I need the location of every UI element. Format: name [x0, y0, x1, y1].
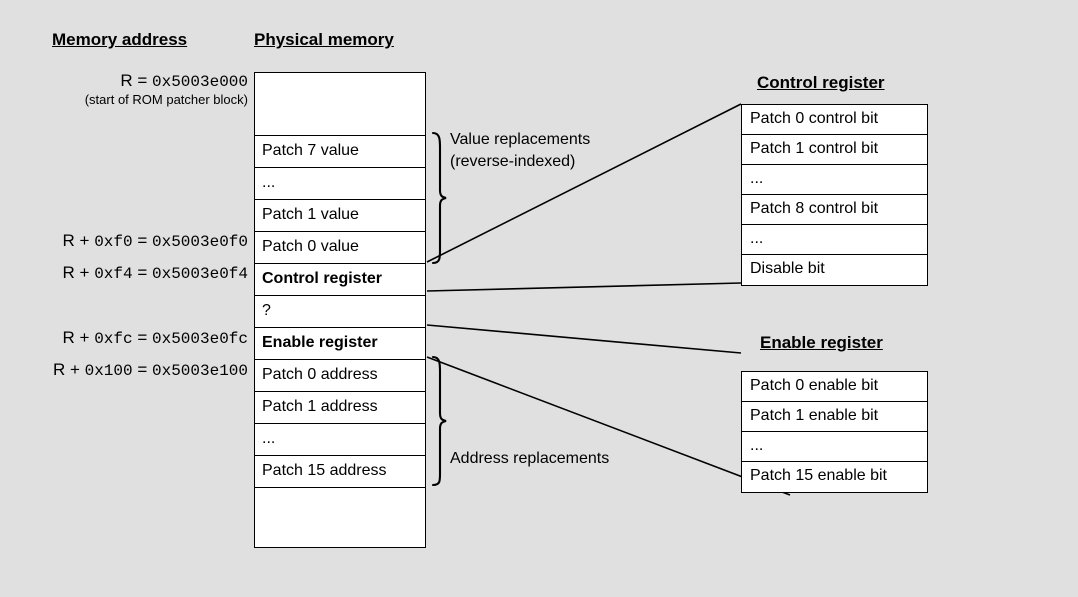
address-100-offset: 0x100: [84, 362, 133, 380]
address-label-base: R = 0x5003e000 (start of ROM patcher blo…: [0, 72, 248, 107]
enable-register-title: Enable register: [760, 333, 883, 352]
address-100-prefix: R +: [52, 360, 85, 379]
annotation-value-replacements-line2: (reverse-indexed): [450, 152, 576, 170]
connector-control-row-to-control-box: [426, 282, 742, 292]
memory-row-unknown: ?: [255, 296, 425, 328]
enable-register-row-patch1: Patch 1 enable bit: [742, 402, 927, 432]
address-fc-value: 0x5003e0fc: [151, 330, 248, 348]
address-label-fc: R + 0xfc = 0x5003e0fc: [0, 329, 248, 348]
control-register-row-disable-bit: Disable bit: [750, 260, 825, 277]
address-f0-offset: 0xf0: [94, 233, 133, 251]
enable-register-row-ellipsis: ...: [742, 432, 927, 462]
memory-row-patch15-address: Patch 15 address: [255, 456, 425, 488]
memory-row-blank-top: [255, 73, 425, 136]
address-label-f4: R + 0xf4 = 0x5003e0f4: [0, 264, 248, 283]
address-f4-prefix: R +: [62, 263, 95, 282]
address-f0-equals: =: [132, 231, 152, 250]
memory-row-values-ellipsis: ...: [255, 168, 425, 200]
connector-values-to-control-top: [426, 103, 742, 263]
annotation-address-replacements: Address replacements: [450, 450, 610, 467]
memory-row-blank-bottom: [255, 488, 425, 547]
address-f4-offset: 0xf4: [94, 265, 133, 283]
value-replacements-brace: [431, 131, 447, 265]
address-100-equals: =: [132, 360, 152, 379]
enable-register-row-patch0: Patch 0 enable bit: [742, 372, 927, 402]
memory-row-patch0-value: Patch 0 value: [255, 232, 425, 264]
memory-row-control-register: Control register: [255, 264, 425, 296]
address-label-f0: R + 0xf0 = 0x5003e0f0: [0, 232, 248, 251]
address-fc-equals: =: [132, 328, 152, 347]
memory-row-addresses-ellipsis: ...: [255, 424, 425, 456]
address-f0-value: 0x5003e0f0: [151, 233, 248, 251]
connector-addresses-to-enable-box: [426, 356, 791, 496]
heading-memory-address: Memory address: [52, 30, 188, 49]
control-register-row-ellipsis-1: ...: [742, 165, 927, 195]
annotation-value-replacements-line1: Value replacements: [450, 131, 591, 148]
annotation-value-replacements: Value replacements (reverse-indexed): [450, 129, 590, 172]
memory-row-patch1-address: Patch 1 address: [255, 392, 425, 424]
address-base-value: 0x5003e000: [151, 73, 248, 91]
memory-row-patch1-value: Patch 1 value: [255, 200, 425, 232]
enable-register-row-patch15: Patch 15 enable bit: [750, 467, 887, 484]
control-register-row-ellipsis-2: ...: [742, 225, 927, 255]
control-register-row-patch1: Patch 1 control bit: [742, 135, 927, 165]
connector-enable-row-to-enable-box: [426, 324, 742, 354]
address-f0-prefix: R +: [62, 231, 95, 250]
control-register-row-patch0: Patch 0 control bit: [742, 105, 927, 135]
address-replacements-brace: [431, 355, 447, 487]
diagram-canvas: Memory address Physical memory R = 0x500…: [0, 0, 1078, 597]
control-register-title: Control register: [757, 73, 885, 92]
address-f4-equals: =: [132, 263, 152, 282]
memory-row-enable-register: Enable register: [255, 328, 425, 360]
address-f4-value: 0x5003e0f4: [151, 265, 248, 283]
address-fc-offset: 0xfc: [94, 330, 133, 348]
address-base-note: (start of ROM patcher block): [84, 91, 248, 107]
address-fc-prefix: R +: [62, 328, 95, 347]
enable-register-block: Patch 0 enable bit Patch 1 enable bit ..…: [741, 371, 928, 493]
address-base-prefix: R =: [120, 71, 152, 90]
control-register-row-patch8: Patch 8 control bit: [742, 195, 927, 225]
address-label-100: R + 0x100 = 0x5003e100: [0, 361, 248, 380]
physical-memory-block: Patch 7 value ... Patch 1 value Patch 0 …: [254, 72, 426, 548]
address-100-value: 0x5003e100: [151, 362, 248, 380]
memory-row-patch0-address: Patch 0 address: [255, 360, 425, 392]
memory-row-patch7-value: Patch 7 value: [255, 136, 425, 168]
control-register-block: Patch 0 control bit Patch 1 control bit …: [741, 104, 928, 286]
heading-physical-memory: Physical memory: [254, 30, 394, 49]
